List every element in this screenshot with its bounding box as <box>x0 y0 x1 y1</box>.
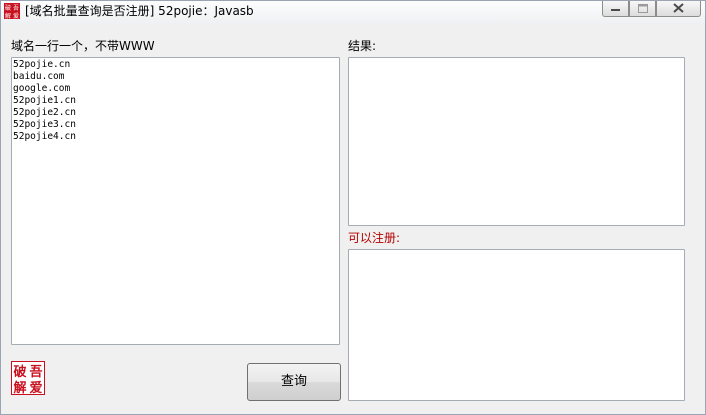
domain-line: 52pojie.cn <box>13 59 71 70</box>
result-textarea[interactable] <box>348 57 685 226</box>
available-textarea[interactable] <box>348 249 685 401</box>
client-area: 域名一行一个，不带WWW 52pojie.cn baidu.com google.c… <box>1 24 705 413</box>
close-icon <box>673 3 684 13</box>
domain-line: 52pojie3.cn <box>13 119 76 130</box>
domain-line: 52pojie1.cn <box>13 95 76 106</box>
maximize-button[interactable] <box>629 1 656 17</box>
domain-line: 52pojie4.cn <box>13 131 76 142</box>
close-button[interactable] <box>656 1 701 17</box>
svg-text:解: 解 <box>12 380 26 395</box>
title-bar[interactable]: 破 吾 解 爱 [域名批量查询是否注册] 52pojie：Javasb <box>1 1 705 24</box>
svg-text:吾: 吾 <box>13 5 19 12</box>
result-label: 结果: <box>348 39 377 53</box>
seal-logo-icon: 破 吾 解 爱 <box>11 361 45 395</box>
domain-input-label: 域名一行一个，不带WWW <box>11 39 155 53</box>
app-icon: 破 吾 解 爱 <box>4 3 20 19</box>
window-title: [域名批量查询是否注册] 52pojie：Javasb <box>25 4 254 18</box>
svg-text:爱: 爱 <box>13 12 19 19</box>
svg-text:破: 破 <box>13 364 26 380</box>
maximize-icon <box>638 4 648 13</box>
app-window: 破 吾 解 爱 [域名批量查询是否注册] 52pojie：Javasb 域名一行… <box>0 0 706 415</box>
minimize-button[interactable] <box>602 1 629 17</box>
available-label: 可以注册: <box>348 231 401 245</box>
domain-line: google.com <box>13 83 71 94</box>
svg-text:解: 解 <box>5 12 11 19</box>
domain-list: 52pojie.cn baidu.com google.com 52pojie1.cn… <box>13 59 76 143</box>
domain-line: baidu.com <box>13 71 65 82</box>
query-button[interactable]: 查询 <box>247 363 341 401</box>
svg-text:破: 破 <box>5 4 11 12</box>
svg-text:爱: 爱 <box>29 380 42 395</box>
svg-text:吾: 吾 <box>29 365 42 380</box>
domain-input-textarea[interactable]: 52pojie.cn baidu.com google.com 52pojie1.cn… <box>11 57 340 345</box>
domain-line: 52pojie2.cn <box>13 107 76 118</box>
minimize-icon <box>611 9 620 11</box>
